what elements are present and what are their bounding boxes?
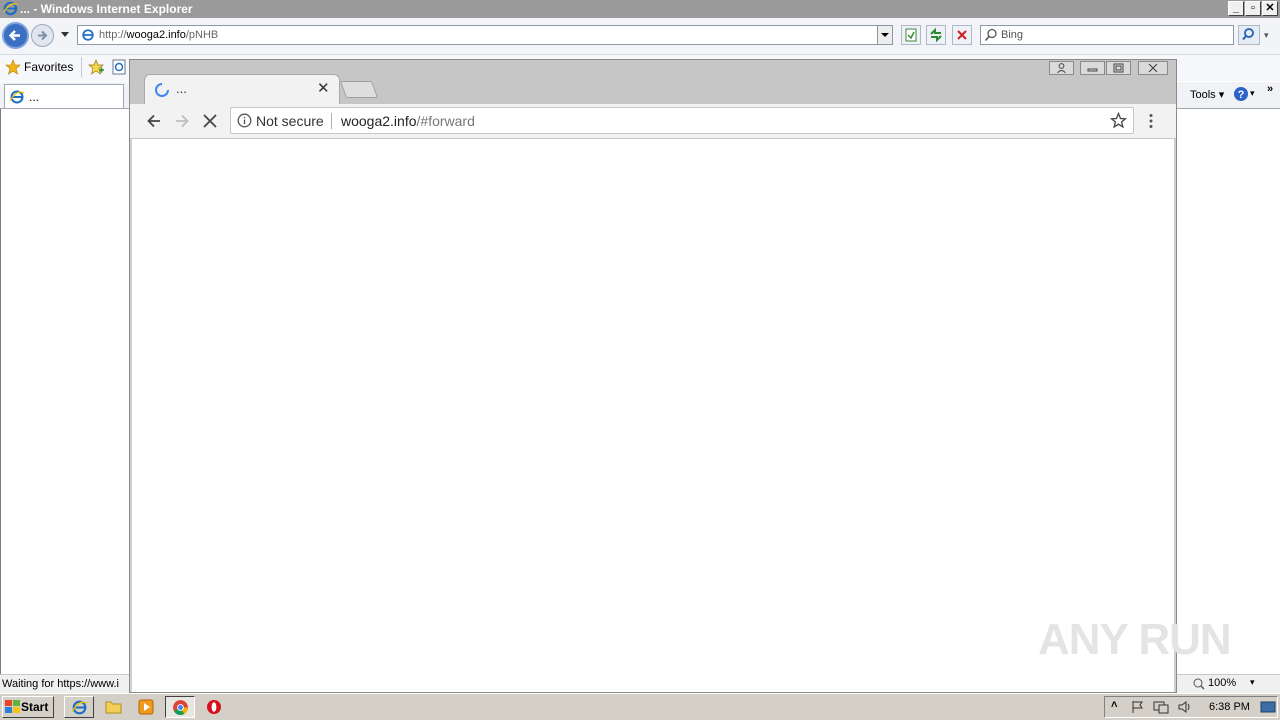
- compatibility-view-button[interactable]: [901, 25, 921, 45]
- not-secure-label: Not secure: [256, 113, 324, 129]
- chrome-logo-icon: [173, 700, 188, 715]
- favorites-star-icon: [5, 59, 21, 75]
- recent-pages-dropdown-icon[interactable]: [60, 31, 70, 39]
- taskbar-media-player-button[interactable]: [132, 696, 162, 718]
- person-icon: [1057, 63, 1066, 74]
- ie-close-button[interactable]: ✕: [1262, 1, 1278, 16]
- ie-back-button[interactable]: [2, 22, 29, 49]
- tools-menu[interactable]: Tools ▾: [1190, 88, 1224, 101]
- ie-tab[interactable]: ...: [4, 84, 124, 108]
- chrome-tab-title: ...: [176, 81, 187, 96]
- system-tray: ˄ 6:38 PM: [1104, 696, 1278, 718]
- forward-arrow-icon: [38, 30, 48, 41]
- taskbar-chrome-button[interactable]: [165, 696, 195, 718]
- opera-icon: [207, 700, 221, 714]
- taskbar-opera-button[interactable]: [199, 696, 229, 718]
- stop-button[interactable]: [952, 25, 972, 45]
- chrome-window: ... ✕ Not secure wooga2.info/#forward: [129, 59, 1177, 693]
- show-hidden-icons-icon[interactable]: ˄: [1111, 699, 1117, 711]
- tools-label: Tools: [1190, 89, 1216, 101]
- chrome-menu-icon[interactable]: [1147, 113, 1155, 129]
- ie-logo-icon: [3, 1, 18, 16]
- zoom-dropdown-icon[interactable]: ▾: [1250, 677, 1255, 688]
- taskbar: Start ˄ 6:38 PM: [0, 693, 1280, 720]
- chrome-page-content: [132, 139, 1174, 692]
- help-icon[interactable]: ?: [1233, 86, 1249, 102]
- omnibox-separator: [331, 113, 332, 129]
- search-icon: [984, 28, 997, 42]
- search-go-button[interactable]: [1238, 25, 1260, 45]
- bookmark-star-icon[interactable]: [1110, 112, 1127, 129]
- ie-window-title: ... - Windows Internet Explorer: [20, 2, 193, 16]
- chrome-tab[interactable]: ... ✕: [144, 74, 340, 104]
- search-options-chevron-icon[interactable]: ▾: [1264, 30, 1269, 41]
- help-dropdown-icon[interactable]: ▾: [1250, 88, 1255, 99]
- add-to-favorites-icon[interactable]: [87, 58, 105, 76]
- ie-taskbar-icon: [71, 700, 88, 715]
- folder-icon: [105, 701, 122, 714]
- loading-spinner-icon: [155, 83, 169, 97]
- action-center-flag-icon[interactable]: [1131, 700, 1145, 714]
- svg-text:?: ?: [1238, 89, 1245, 101]
- ie-address-text: http://wooga2.info/pNHB: [99, 29, 219, 41]
- chrome-omnibox[interactable]: Not secure wooga2.info/#forward: [230, 107, 1134, 134]
- refresh-icon: [930, 27, 942, 43]
- toolbar-overflow-icon[interactable]: »: [1267, 83, 1273, 95]
- chrome-minimize-button[interactable]: [1080, 61, 1105, 75]
- chevron-down-icon: [881, 33, 889, 37]
- magnifier-icon: [1242, 28, 1254, 41]
- chrome-restore-button[interactable]: [1106, 61, 1131, 75]
- chrome-new-tab-button[interactable]: [339, 81, 379, 98]
- ie-tab-title: ...: [29, 90, 40, 104]
- compatibility-icon: [905, 28, 917, 42]
- taskbar-explorer-button[interactable]: [99, 696, 129, 718]
- chrome-url: wooga2.info/#forward: [341, 113, 475, 129]
- close-icon: [1148, 63, 1158, 73]
- chrome-back-icon[interactable]: [145, 112, 163, 130]
- chrome-toolbar: Not secure wooga2.info/#forward: [130, 104, 1176, 139]
- ie-status-text: Waiting for https://www.i: [2, 678, 119, 690]
- zoom-icon: [1193, 678, 1205, 690]
- ie-address-bar[interactable]: http://wooga2.info/pNHB: [77, 25, 893, 45]
- taskbar-ie-button[interactable]: [64, 696, 94, 718]
- tab-ie-icon: [9, 90, 25, 104]
- chrome-close-button[interactable]: [1138, 61, 1168, 75]
- chrome-forward-icon[interactable]: [173, 112, 191, 130]
- start-label: Start: [21, 700, 49, 714]
- info-icon[interactable]: [237, 113, 252, 128]
- chrome-profile-button[interactable]: [1049, 61, 1074, 75]
- ie-forward-button[interactable]: [31, 24, 54, 47]
- chrome-tab-close-icon[interactable]: ✕: [317, 79, 330, 97]
- taskbar-clock[interactable]: 6:38 PM: [1209, 701, 1250, 713]
- volume-icon[interactable]: [1177, 700, 1193, 714]
- anyrun-watermark: ANY RUN: [1038, 615, 1232, 664]
- stop-icon: [957, 30, 967, 40]
- search-placeholder: Bing: [1001, 29, 1024, 41]
- ie-restore-button[interactable]: ▫: [1245, 1, 1261, 16]
- media-player-icon: [138, 699, 154, 715]
- minimize-icon: [1087, 68, 1098, 72]
- back-arrow-icon: [8, 30, 20, 41]
- zoom-level[interactable]: 100%: [1208, 677, 1236, 689]
- windows-logo-icon: [5, 700, 20, 713]
- page-ie-icon: [82, 29, 94, 41]
- chrome-stop-icon[interactable]: [202, 113, 218, 129]
- start-button[interactable]: Start: [2, 696, 54, 718]
- favorites-divider: [81, 57, 82, 77]
- ie-minimize-button[interactable]: _: [1228, 1, 1244, 16]
- refresh-button[interactable]: [926, 25, 946, 45]
- ie-search-box[interactable]: Bing: [980, 25, 1234, 45]
- favorites-button[interactable]: Favorites: [24, 60, 73, 74]
- show-desktop-icon[interactable]: [1260, 700, 1276, 714]
- network-icon[interactable]: [1153, 700, 1169, 714]
- address-dropdown-button[interactable]: [877, 26, 892, 44]
- restore-icon: [1113, 63, 1124, 73]
- suggested-sites-icon[interactable]: [112, 59, 126, 75]
